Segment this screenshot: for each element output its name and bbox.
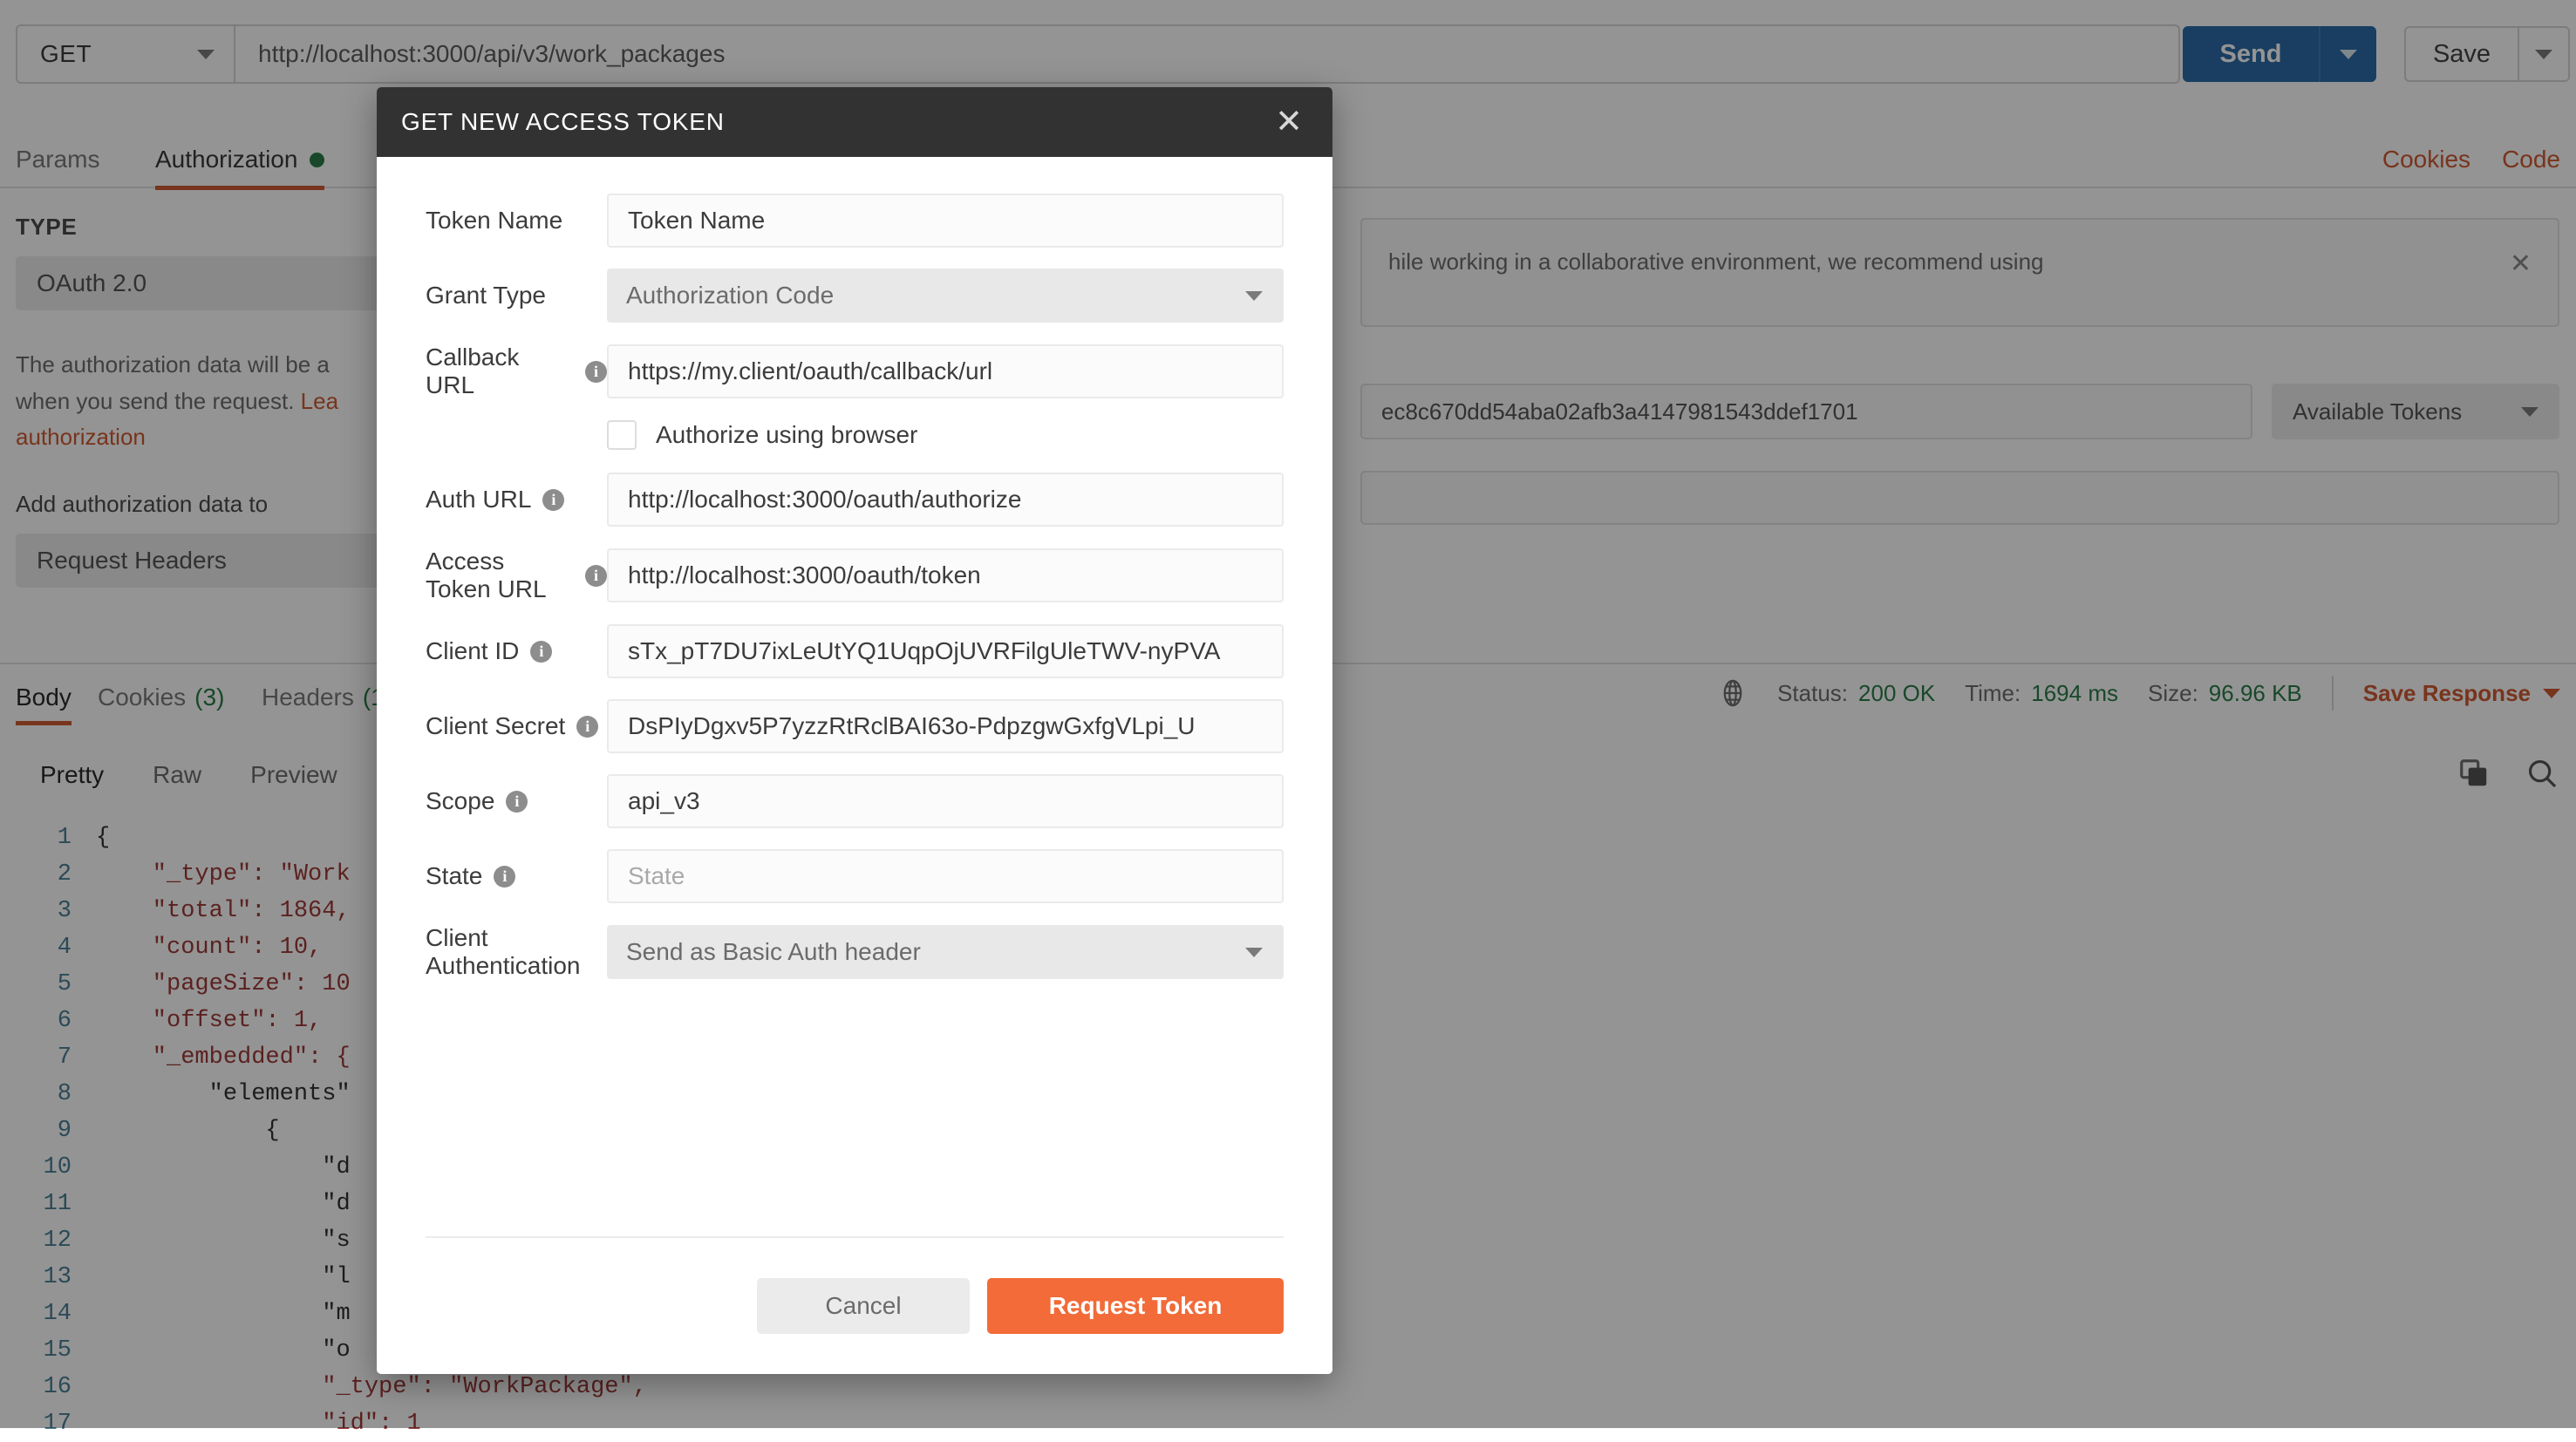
- authorize-using-browser-checkbox[interactable]: Authorize using browser: [607, 420, 1284, 450]
- field-select-value: Authorization Code: [626, 282, 834, 309]
- info-icon[interactable]: i: [494, 866, 515, 888]
- chevron-down-icon: [1245, 948, 1263, 957]
- info-icon[interactable]: i: [542, 489, 564, 511]
- modal-form: Token Name Token Name Grant Type Authorizat…: [377, 157, 1332, 1236]
- field-select-value: Send as Basic Auth header: [626, 938, 921, 966]
- field-label: Auth URL i: [426, 486, 607, 514]
- modal-title: GET NEW ACCESS TOKEN: [401, 108, 1270, 136]
- chevron-down-icon: [1245, 291, 1263, 301]
- form-row-client-secret: Client Secret i DsPIyDgxv5P7yzzRtRclBAI63o…: [426, 699, 1284, 753]
- form-row-auth-url: Auth URL i http://localhost:3000/oauth/aut…: [426, 473, 1284, 527]
- field-label-text: Client Authentication: [426, 924, 607, 980]
- field-label: Statei: [426, 862, 607, 890]
- form-row-token-name: Token Name Token Name: [426, 194, 1284, 248]
- form-row-callback-url: Callback URL ihttps://my.client/oauth/cal…: [426, 343, 1284, 399]
- field-label: Callback URL i: [426, 343, 607, 399]
- field-label-text: State: [426, 862, 482, 890]
- field-label: Client Secret i: [426, 712, 607, 740]
- field-input[interactable]: api_v3: [607, 774, 1284, 828]
- field-select[interactable]: Authorization Code: [607, 269, 1284, 323]
- field-label-text: Client Secret: [426, 712, 565, 740]
- form-row-scope: Scopeiapi_v3: [426, 774, 1284, 828]
- field-label: Scopei: [426, 787, 607, 815]
- field-input[interactable]: DsPIyDgxv5P7yzzRtRclBAI63o-PdpzgwGxfgVLp…: [607, 699, 1284, 753]
- get-new-access-token-modal: GET NEW ACCESS TOKEN ✕ Token NameToken N…: [377, 87, 1332, 1374]
- field-input[interactable]: Token Name: [607, 194, 1284, 248]
- field-input[interactable]: https://my.client/oauth/callback/url: [607, 344, 1284, 398]
- field-label-text: Auth URL: [426, 486, 531, 514]
- info-icon[interactable]: i: [530, 641, 552, 663]
- field-input[interactable]: http://localhost:3000/oauth/token: [607, 548, 1284, 602]
- field-input[interactable]: State: [607, 849, 1284, 903]
- field-label: Token Name: [426, 207, 607, 235]
- field-label-text: Access Token URL: [426, 548, 574, 603]
- field-select[interactable]: Send as Basic Auth header: [607, 925, 1284, 979]
- cancel-button-label: Cancel: [825, 1292, 901, 1320]
- field-label: Access Token URL i: [426, 548, 607, 603]
- field-input[interactable]: http://localhost:3000/oauth/authorize: [607, 473, 1284, 527]
- authorize-using-browser-row: Authorize using browser: [426, 420, 1284, 450]
- modal-header: GET NEW ACCESS TOKEN ✕: [377, 87, 1332, 157]
- field-label-text: Callback URL: [426, 343, 574, 399]
- divider: [426, 1236, 1284, 1238]
- form-row-client-id: Client ID i sTx_pT7DU7ixLeUtYQ1UqpOjUVRFil…: [426, 624, 1284, 678]
- field-label: Grant Type: [426, 282, 607, 309]
- close-icon[interactable]: ✕: [1270, 105, 1308, 139]
- field-label: Client ID i: [426, 637, 607, 665]
- field-input[interactable]: sTx_pT7DU7ixLeUtYQ1UqpOjUVRFilgUleTWV-ny…: [607, 624, 1284, 678]
- checkbox-icon[interactable]: [607, 420, 637, 450]
- request-token-button-label: Request Token: [1049, 1292, 1223, 1320]
- authorize-using-browser-label: Authorize using browser: [656, 421, 917, 449]
- form-row-grant-type: Grant Type Authorization Code: [426, 269, 1284, 323]
- form-row-client-authentication: Client Authentication Send as Basic Auth …: [426, 924, 1284, 980]
- field-label-text: Token Name: [426, 207, 562, 235]
- modal-footer: Cancel Request Token: [377, 1236, 1332, 1374]
- field-label-text: Grant Type: [426, 282, 546, 309]
- info-icon[interactable]: i: [506, 791, 528, 813]
- form-row-access-token-url: Access Token URL ihttp://localhost:3000/o…: [426, 548, 1284, 603]
- request-token-button[interactable]: Request Token: [987, 1278, 1284, 1334]
- field-label: Client Authentication: [426, 924, 607, 980]
- field-label-text: Scope: [426, 787, 494, 815]
- form-row-state: StateiState: [426, 849, 1284, 903]
- field-label-text: Client ID: [426, 637, 519, 665]
- info-icon[interactable]: i: [585, 361, 607, 383]
- info-icon[interactable]: i: [585, 565, 607, 587]
- info-icon[interactable]: i: [576, 716, 598, 738]
- cancel-button[interactable]: Cancel: [757, 1278, 970, 1334]
